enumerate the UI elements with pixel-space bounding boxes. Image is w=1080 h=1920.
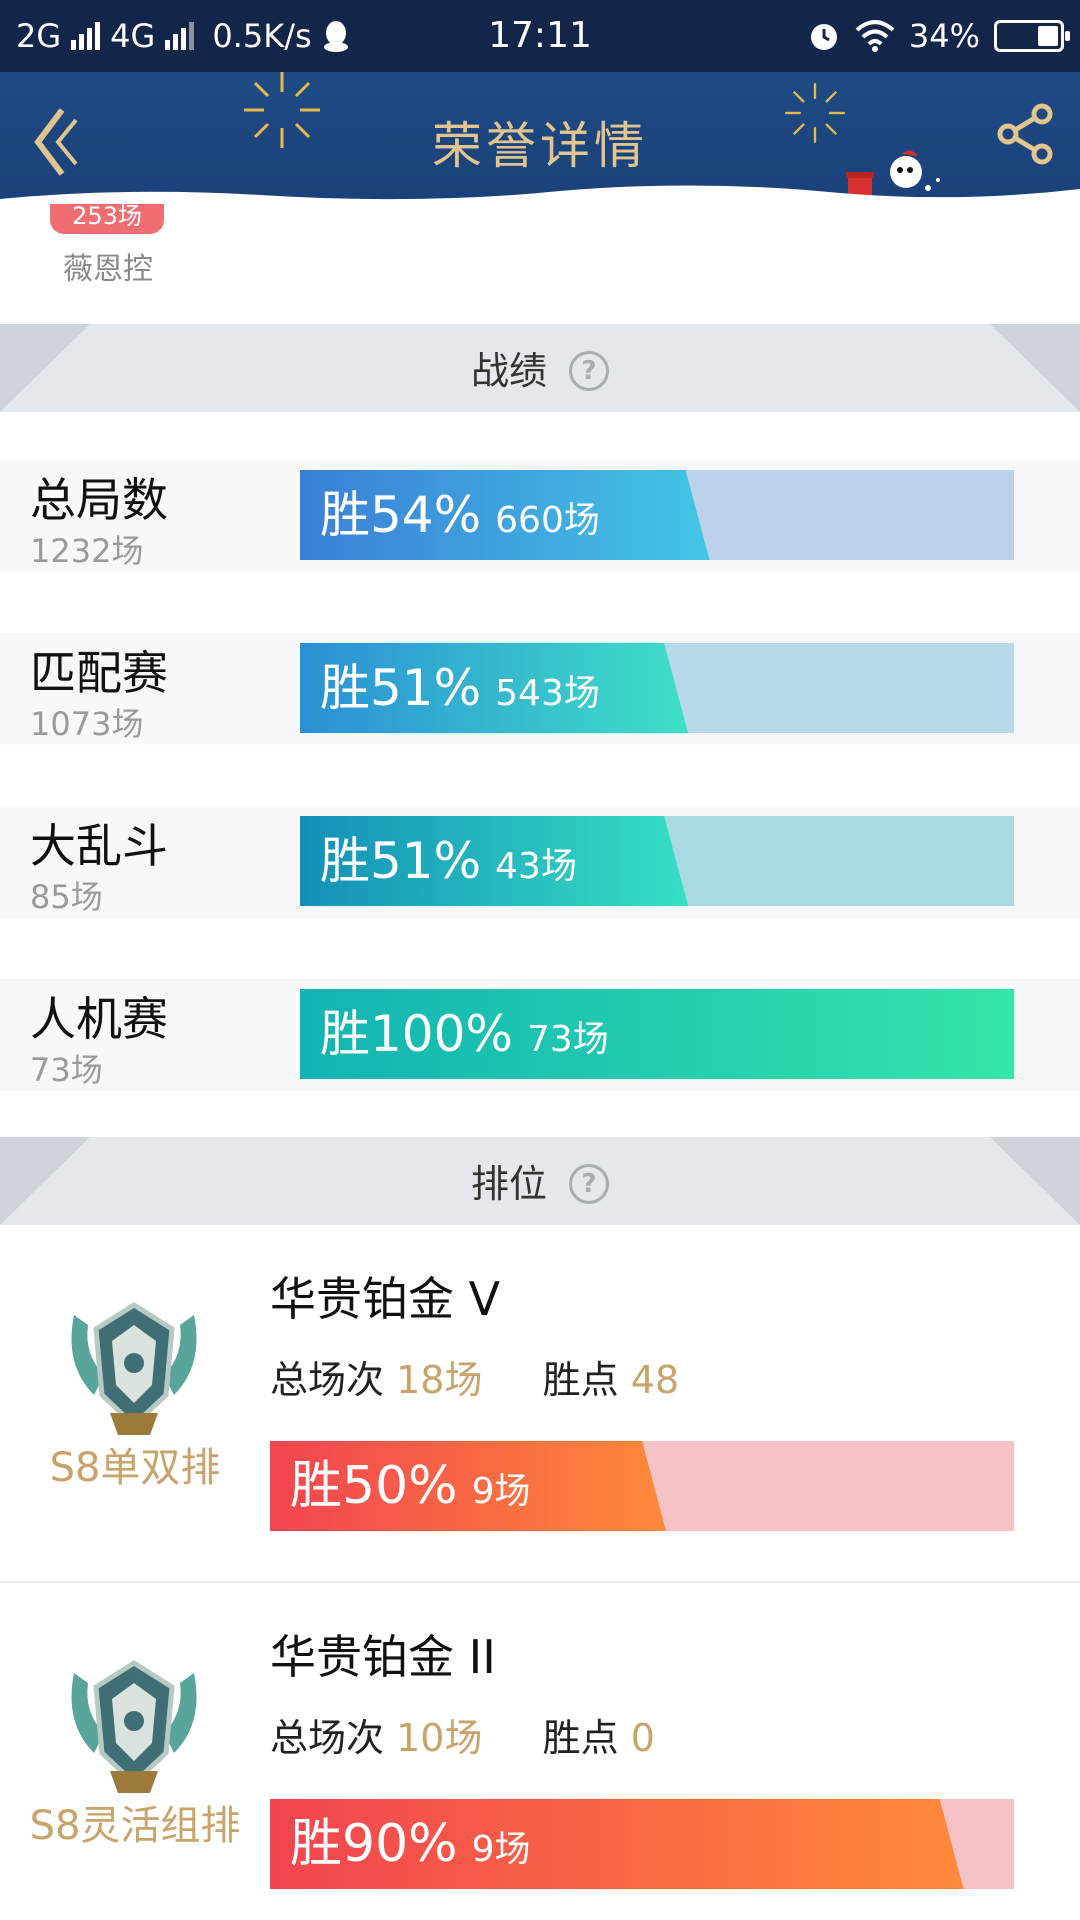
win-rate-label: 胜90% — [290, 1814, 458, 1874]
win-rate-label: 胜51% — [320, 659, 482, 717]
win-points-value: 0 — [630, 1716, 655, 1760]
player-nickname: 薇恩控 — [63, 252, 153, 287]
stat-total-games: 1232场 — [30, 532, 144, 570]
alarm-icon — [810, 24, 837, 50]
win-games-label: 43场 — [495, 846, 577, 887]
total-games-value: 10场 — [396, 1716, 483, 1760]
rank-mode-label: S8单双排 — [49, 1445, 221, 1491]
stat-total-games: 73场 — [30, 1051, 103, 1089]
rank-win-rate-bar: 胜50% 9场 — [270, 1441, 1014, 1531]
games-count-badge: 253场 — [50, 204, 164, 234]
stat-mode-name: 人机赛 — [30, 992, 168, 1046]
win-rate-label: 胜50% — [290, 1456, 458, 1516]
help-icon[interactable]: ? — [569, 350, 609, 391]
stat-total-games: 85场 — [30, 878, 103, 916]
honor-detail-screen: { "status_bar": { "network_1": "2G", "ne… — [0, 0, 1080, 1920]
total-games-label: 总场次 — [270, 1716, 385, 1760]
win-rate-bar: 胜51% 543场 — [300, 643, 1014, 733]
status-right: 34% — [807, 0, 1070, 72]
battery-percent: 34% — [908, 17, 980, 55]
wifi-icon — [855, 20, 895, 52]
rank-mode-label: S8灵活组排 — [29, 1803, 241, 1849]
win-games-label: 9场 — [471, 1829, 531, 1870]
status-bar: 2G 4G 0.5K/s 17:11 34% — [0, 0, 1080, 72]
record-section-header: 战绩? — [0, 324, 1080, 412]
help-icon[interactable]: ? — [569, 1163, 609, 1204]
stat-row: 大乱斗 85场 胜51% 43场 — [0, 806, 1080, 918]
win-rate-label: 胜100% — [320, 1005, 513, 1063]
win-points-label: 胜点 — [542, 1716, 619, 1760]
win-games-label: 543场 — [495, 673, 600, 714]
win-points-label: 胜点 — [542, 1358, 619, 1402]
stat-mode-name: 大乱斗 — [30, 819, 168, 873]
tier-stats: 总场次 10场 胜点 0 — [270, 1707, 655, 1762]
tier-stats: 总场次 18场 胜点 48 — [270, 1349, 679, 1404]
platinum-emblem-icon — [71, 1660, 197, 1793]
win-rate-label: 胜54% — [320, 486, 482, 544]
win-games-label: 73场 — [526, 1019, 609, 1060]
win-rate-bar: 胜100% 73场 — [300, 989, 1014, 1079]
stat-row: 人机赛 73场 胜100% 73场 — [0, 979, 1080, 1091]
rank-section-header: 排位? — [0, 1137, 1080, 1225]
rank-card[interactable]: S8灵活组排 华贵铂金 II 总场次 10场 胜点 0 胜90% 9场 — [0, 1583, 1080, 1920]
stat-mode-name: 总局数 — [30, 473, 168, 527]
win-rate-bar: 胜54% 660场 — [300, 470, 1014, 560]
profile-remnant: 253场 薇恩控 — [0, 204, 1080, 324]
rank-win-rate-bar: 胜90% 9场 — [270, 1799, 1014, 1889]
stat-mode-name: 匹配赛 — [30, 646, 168, 700]
win-points-value: 48 — [630, 1358, 680, 1402]
rank-card[interactable]: S8单双排 华贵铂金 V 总场次 18场 胜点 48 胜50% 9场 — [0, 1225, 1080, 1575]
stat-total-games: 1073场 — [30, 705, 144, 743]
section-title: 战绩 — [470, 348, 547, 393]
win-rate-label: 胜51% — [320, 832, 482, 890]
tier-name: 华贵铂金 II — [270, 1630, 496, 1684]
battery-icon — [994, 20, 1070, 52]
total-games-label: 总场次 — [270, 1358, 385, 1402]
total-games-value: 18场 — [396, 1358, 483, 1402]
section-title: 排位 — [470, 1161, 547, 1206]
win-rate-bar: 胜51% 43场 — [300, 816, 1014, 906]
win-games-label: 9场 — [471, 1471, 531, 1512]
stat-row: 匹配赛 1073场 胜51% 543场 — [0, 633, 1080, 745]
share-button[interactable] — [994, 102, 1058, 166]
stat-row: 总局数 1232场 胜54% 660场 — [0, 460, 1080, 572]
app-header: 荣誉详情 — [0, 72, 1080, 208]
snow-edge-decoration — [0, 185, 1080, 208]
tier-name: 华贵铂金 V — [270, 1272, 501, 1326]
platinum-emblem-icon — [71, 1302, 197, 1435]
win-games-label: 660场 — [495, 500, 600, 541]
